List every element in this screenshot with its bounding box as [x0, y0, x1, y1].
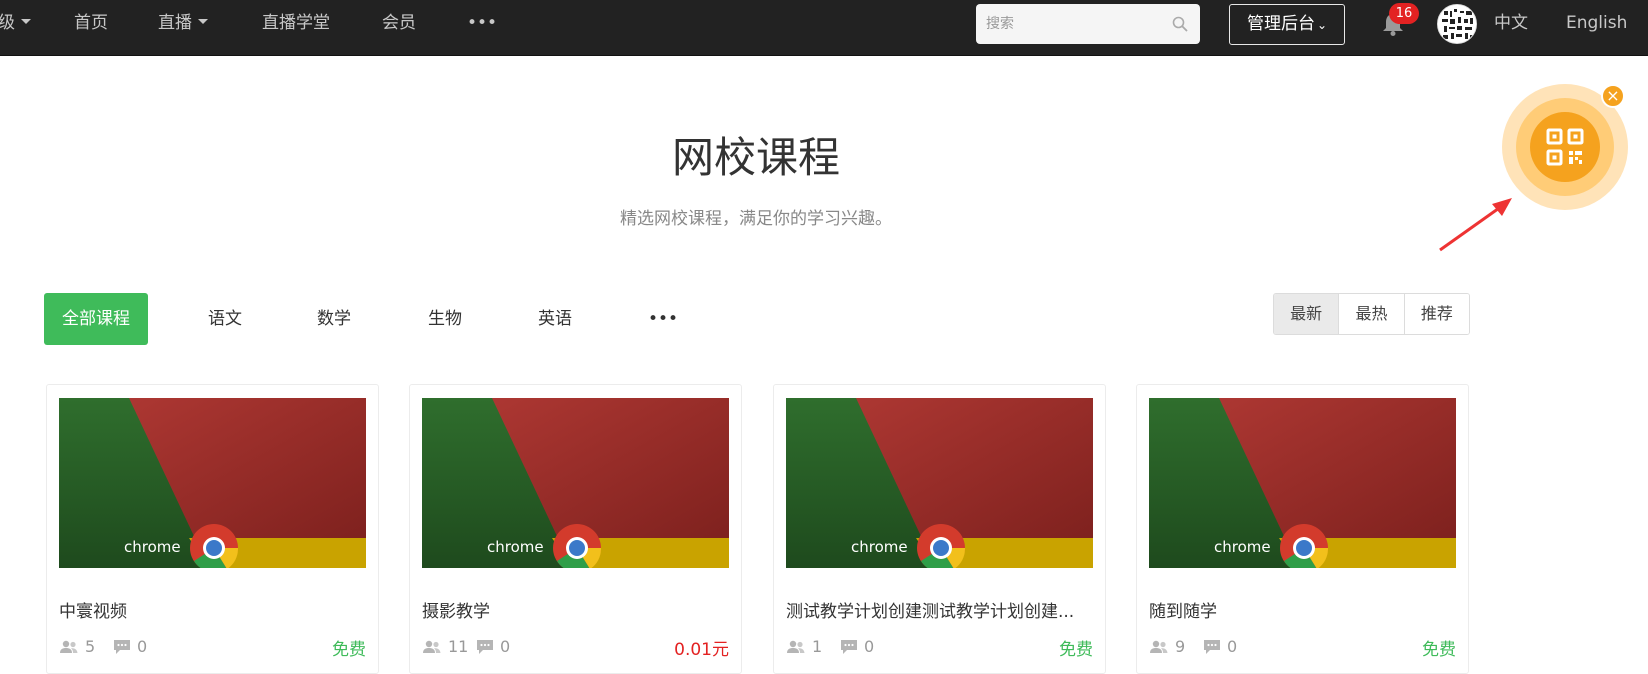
- nav-item-live-academy[interactable]: 直播学堂: [262, 0, 330, 56]
- avatar-qr-pattern: [1438, 5, 1476, 43]
- page-title: 网校课程: [671, 133, 840, 182]
- tab-biology[interactable]: 生物: [428, 293, 462, 345]
- tab-all-courses[interactable]: 全部课程: [44, 293, 148, 345]
- comment-count: 0: [840, 637, 874, 656]
- course-thumbnail-image: chrome: [59, 398, 366, 568]
- comment-icon: [114, 639, 130, 654]
- nav-item-home[interactable]: 首页: [74, 0, 108, 56]
- course-price: 免费: [1059, 640, 1093, 660]
- student-count-value: 11: [448, 637, 469, 656]
- search-icon[interactable]: [1172, 16, 1188, 32]
- student-count-value: 5: [85, 637, 96, 656]
- course-thumbnail-image: chrome: [786, 398, 1093, 568]
- course-card[interactable]: chrome 测试教学计划创建测试教学计划创建... 1 0 免费: [773, 384, 1106, 674]
- qrcode-icon: [1546, 128, 1584, 166]
- course-thumbnail[interactable]: chrome: [786, 398, 1093, 568]
- course-title[interactable]: 摄影教学: [422, 597, 729, 622]
- course-thumbnail[interactable]: chrome: [1149, 398, 1456, 568]
- student-count: 1: [786, 637, 822, 656]
- comment-icon: [841, 639, 857, 654]
- chevron-down-icon: ⌄: [1316, 18, 1328, 32]
- tab-chinese[interactable]: 语文: [208, 293, 242, 345]
- sort-hottest-button[interactable]: 最热: [1338, 294, 1404, 334]
- chevron-down-icon: [198, 19, 208, 24]
- lang-zh-link[interactable]: 中文: [1494, 0, 1528, 46]
- course-thumbnail-image: chrome: [422, 398, 729, 568]
- course-thumbnail-image: chrome: [1149, 398, 1456, 568]
- course-card[interactable]: chrome 摄影教学 11 0 0.01元: [409, 384, 742, 674]
- course-title[interactable]: 测试教学计划创建测试教学计划创建...: [786, 597, 1093, 622]
- student-count-value: 1: [812, 637, 823, 656]
- course-price: 0.01元: [674, 640, 729, 660]
- users-icon: [60, 640, 78, 653]
- nav-item-vip[interactable]: 会员: [382, 0, 416, 56]
- notification-badge: 16: [1389, 3, 1419, 24]
- course-title[interactable]: 随到随学: [1149, 597, 1456, 622]
- nav-item-partial[interactable]: 级: [0, 0, 31, 56]
- comment-count: 0: [476, 637, 510, 656]
- comment-count-value: 0: [1227, 637, 1238, 656]
- comment-count: 0: [1203, 637, 1237, 656]
- page-subtitle: 精选网校课程，满足你的学习兴趣。: [620, 209, 892, 229]
- close-icon[interactable]: ×: [1601, 84, 1625, 108]
- search-box: [976, 4, 1200, 44]
- course-thumbnail[interactable]: chrome: [422, 398, 729, 568]
- sort-group: 最新 最热 推荐: [1273, 293, 1470, 335]
- nav-item-live[interactable]: 直播: [158, 0, 208, 56]
- course-thumbnail[interactable]: chrome: [59, 398, 366, 568]
- thumbnail-text: chrome: [851, 538, 908, 556]
- sort-newest-button[interactable]: 最新: [1274, 294, 1339, 334]
- thumbnail-text: chrome: [124, 538, 181, 556]
- thumbnail-text: chrome: [487, 538, 544, 556]
- nav-item-partial-label: 级: [0, 13, 15, 33]
- comment-count-value: 0: [137, 637, 148, 656]
- course-price: 免费: [332, 640, 366, 660]
- comment-count-value: 0: [864, 637, 875, 656]
- users-icon: [1150, 640, 1168, 653]
- student-count: 5: [59, 637, 95, 656]
- tab-math[interactable]: 数学: [317, 293, 351, 345]
- chevron-down-icon: [21, 19, 31, 24]
- nav-item-live-label: 直播: [158, 13, 192, 33]
- student-count: 9: [1149, 637, 1185, 656]
- users-icon: [787, 640, 805, 653]
- comment-icon: [1204, 639, 1220, 654]
- course-card[interactable]: chrome 随到随学 9 0 免费: [1136, 384, 1469, 674]
- course-card[interactable]: chrome 中寰视频 5 0 免费: [46, 384, 379, 674]
- course-price: 免费: [1422, 640, 1456, 660]
- lang-en-link[interactable]: English: [1566, 0, 1627, 46]
- nav-more-icon[interactable]: •••: [467, 0, 497, 56]
- comment-count: 0: [113, 637, 147, 656]
- comment-icon: [477, 639, 493, 654]
- student-count: 11: [422, 637, 468, 656]
- admin-dashboard-label: 管理后台: [1246, 14, 1315, 34]
- tab-more-icon[interactable]: •••: [648, 293, 678, 345]
- avatar[interactable]: [1437, 4, 1477, 44]
- users-icon: [423, 640, 441, 653]
- sort-recommended-button[interactable]: 推荐: [1403, 294, 1469, 334]
- search-input[interactable]: [976, 4, 1166, 44]
- thumbnail-text: chrome: [1214, 538, 1271, 556]
- student-count-value: 9: [1175, 637, 1186, 656]
- admin-dashboard-button[interactable]: 管理后台 ⌄: [1229, 4, 1345, 45]
- top-navbar: 级 首页 直播 直播学堂 会员 ••• 管理后台⌄ 16 中文 E: [0, 0, 1648, 56]
- red-arrow-annotation: [1439, 198, 1512, 252]
- comment-count-value: 0: [500, 637, 511, 656]
- qrcode-core: [1530, 112, 1600, 182]
- course-title[interactable]: 中寰视频: [59, 597, 366, 622]
- tab-english[interactable]: 英语: [538, 293, 572, 345]
